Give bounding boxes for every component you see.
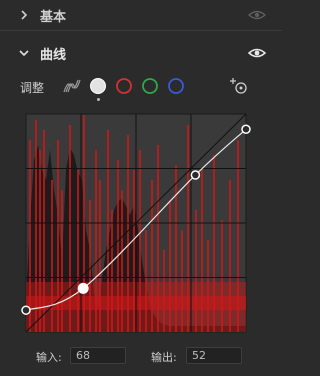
output-label: 输出: — [151, 351, 177, 364]
curve-point[interactable] — [190, 170, 201, 180]
channel-luminance-button[interactable] — [88, 76, 108, 96]
chevron-right-icon[interactable] — [18, 9, 30, 21]
curve-point-selected[interactable] — [77, 282, 89, 294]
adjust-label: 调整 — [20, 81, 45, 95]
eye-icon[interactable] — [248, 47, 266, 59]
chevron-down-icon[interactable] — [18, 47, 30, 59]
curve-editor[interactable] — [0, 110, 282, 342]
eye-icon[interactable] — [248, 9, 266, 21]
curve-point[interactable] — [21, 305, 31, 315]
adjust-toolbar: 调整 — [0, 72, 282, 104]
section-basic-title: 基本 — [40, 9, 67, 25]
section-curves-title: 曲线 — [40, 47, 67, 63]
channel-red-button[interactable] — [114, 76, 134, 96]
target-plus-icon[interactable] — [229, 76, 249, 96]
section-curves-header[interactable]: 曲线 — [0, 38, 282, 68]
selected-indicator-dot — [97, 98, 100, 101]
channel-green-button[interactable] — [140, 76, 160, 96]
io-row: 输入: 68 输出: 52 — [0, 344, 282, 370]
input-field[interactable]: 68 — [70, 347, 126, 364]
channel-blue-button[interactable] — [166, 76, 186, 96]
input-label: 输入: — [36, 351, 62, 364]
curve-point[interactable] — [241, 124, 251, 135]
curve-canvas[interactable] — [0, 110, 282, 342]
curve-stripes-icon[interactable] — [62, 76, 82, 96]
output-field[interactable]: 52 — [186, 347, 242, 364]
section-basic-header[interactable]: 基本 — [0, 0, 282, 31]
